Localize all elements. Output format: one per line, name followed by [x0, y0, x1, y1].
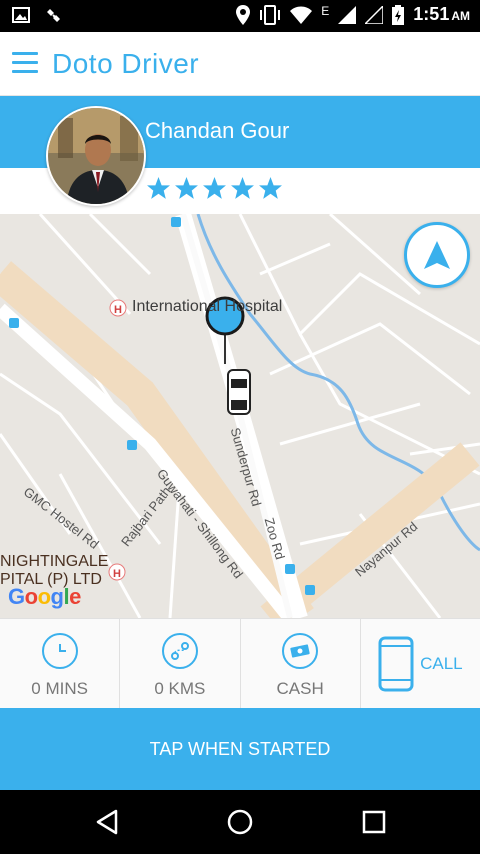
- tap-when-started-button[interactable]: TAP WHEN STARTED: [0, 708, 480, 790]
- driver-name: Chandan Gour: [145, 118, 290, 143]
- route-icon: [161, 633, 198, 669]
- cash-icon: [282, 633, 319, 669]
- navigation-arrow-icon: [424, 241, 450, 269]
- trip-time-value: 0 MINS: [31, 679, 88, 698]
- location-icon: [236, 4, 251, 25]
- status-bar: E 1:51 AM: [0, 0, 480, 32]
- star-icon: [147, 177, 170, 199]
- map-view[interactable]: H H International Hospital GMC Hostel Rd…: [0, 214, 480, 618]
- signal-icon: [338, 5, 357, 24]
- wifi-icon: [290, 6, 313, 24]
- clock: 1:51: [413, 4, 450, 24]
- driver-rating-stars: [146, 176, 283, 201]
- app-bar: Doto Driver: [0, 32, 480, 96]
- system-nav-bar: [0, 790, 480, 854]
- home-icon[interactable]: [226, 808, 254, 836]
- hamburger-menu-icon[interactable]: [12, 52, 38, 76]
- clock-icon: [41, 633, 78, 669]
- network-type: E: [321, 3, 330, 18]
- trip-time-cell: 0 MINS: [0, 619, 121, 708]
- signal-empty-icon: [365, 5, 384, 24]
- trip-distance-cell: 0 KMS: [120, 619, 241, 708]
- phone-icon: [378, 636, 414, 691]
- app-title: Doto Driver: [52, 48, 200, 79]
- map-label-hospital: International Hospital: [132, 298, 283, 315]
- vibrate-icon: [260, 4, 281, 25]
- star-icon: [259, 177, 282, 199]
- payment-cell: CASH: [241, 619, 361, 708]
- payment-value: CASH: [276, 679, 324, 698]
- back-icon[interactable]: [94, 808, 122, 836]
- satellite-icon: [47, 9, 60, 22]
- svg-text:H: H: [113, 568, 121, 580]
- star-icon: [175, 177, 198, 199]
- driver-avatar: [46, 106, 146, 206]
- trip-distance-value: 0 KMS: [154, 679, 206, 698]
- star-icon: [231, 177, 254, 199]
- call-button[interactable]: CALL: [361, 619, 480, 708]
- star-icon: [203, 177, 226, 199]
- map-label-nightingale: NIGHTINGALE: [0, 553, 109, 570]
- recenter-button[interactable]: [404, 222, 470, 288]
- battery-icon: [392, 4, 405, 25]
- recents-icon[interactable]: [360, 808, 388, 836]
- gallery-icon: [12, 7, 30, 23]
- google-logo: Google: [8, 584, 81, 609]
- clock-ampm: AM: [451, 9, 470, 23]
- svg-text:H: H: [114, 304, 122, 316]
- call-label: CALL: [420, 653, 463, 673]
- trip-info-row: 0 MINS 0 KMS CASH CALL: [0, 618, 480, 708]
